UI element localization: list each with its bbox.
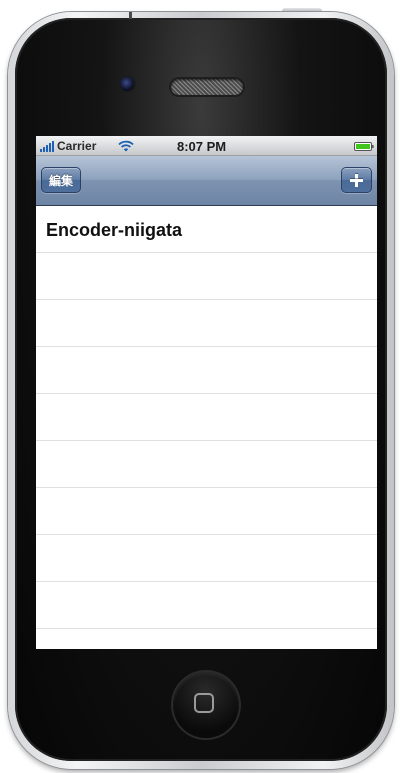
table-row[interactable]: Encoder-niigata: [36, 206, 377, 253]
battery-icon: [354, 142, 374, 151]
edit-button[interactable]: 編集: [41, 167, 81, 193]
carrier-name: Carrier: [57, 139, 97, 153]
status-time: 8:07 PM: [177, 139, 227, 154]
home-square-icon: [194, 693, 214, 713]
table-row[interactable]: [36, 629, 377, 649]
table-row[interactable]: [36, 535, 377, 582]
navigation-bar: 編集: [36, 156, 377, 206]
table-view[interactable]: Encoder-niigata: [36, 206, 377, 649]
wifi-icon: [118, 140, 134, 152]
table-row[interactable]: [36, 582, 377, 629]
table-row[interactable]: [36, 253, 377, 300]
table-row[interactable]: [36, 394, 377, 441]
table-row[interactable]: [36, 300, 377, 347]
table-row[interactable]: [36, 488, 377, 535]
row-label: Encoder-niigata: [46, 220, 183, 240]
edit-button-label: 編集: [48, 173, 73, 188]
frame-seam: [129, 12, 132, 19]
home-button[interactable]: [173, 672, 239, 738]
plus-icon: [350, 173, 363, 187]
add-button[interactable]: [341, 167, 372, 193]
front-camera-icon: [120, 77, 134, 91]
earpiece-speaker: [171, 79, 243, 95]
signal-bars-icon: [40, 141, 56, 152]
status-bar: Carrier 8:07 PM: [36, 136, 377, 156]
device-screen: Carrier 8:07 PM 編集 Encoder-niigata: [36, 136, 377, 649]
table-row[interactable]: [36, 347, 377, 394]
simulator-stage: Carrier 8:07 PM 編集 Encoder-niigata: [0, 0, 400, 773]
table-row[interactable]: [36, 441, 377, 488]
